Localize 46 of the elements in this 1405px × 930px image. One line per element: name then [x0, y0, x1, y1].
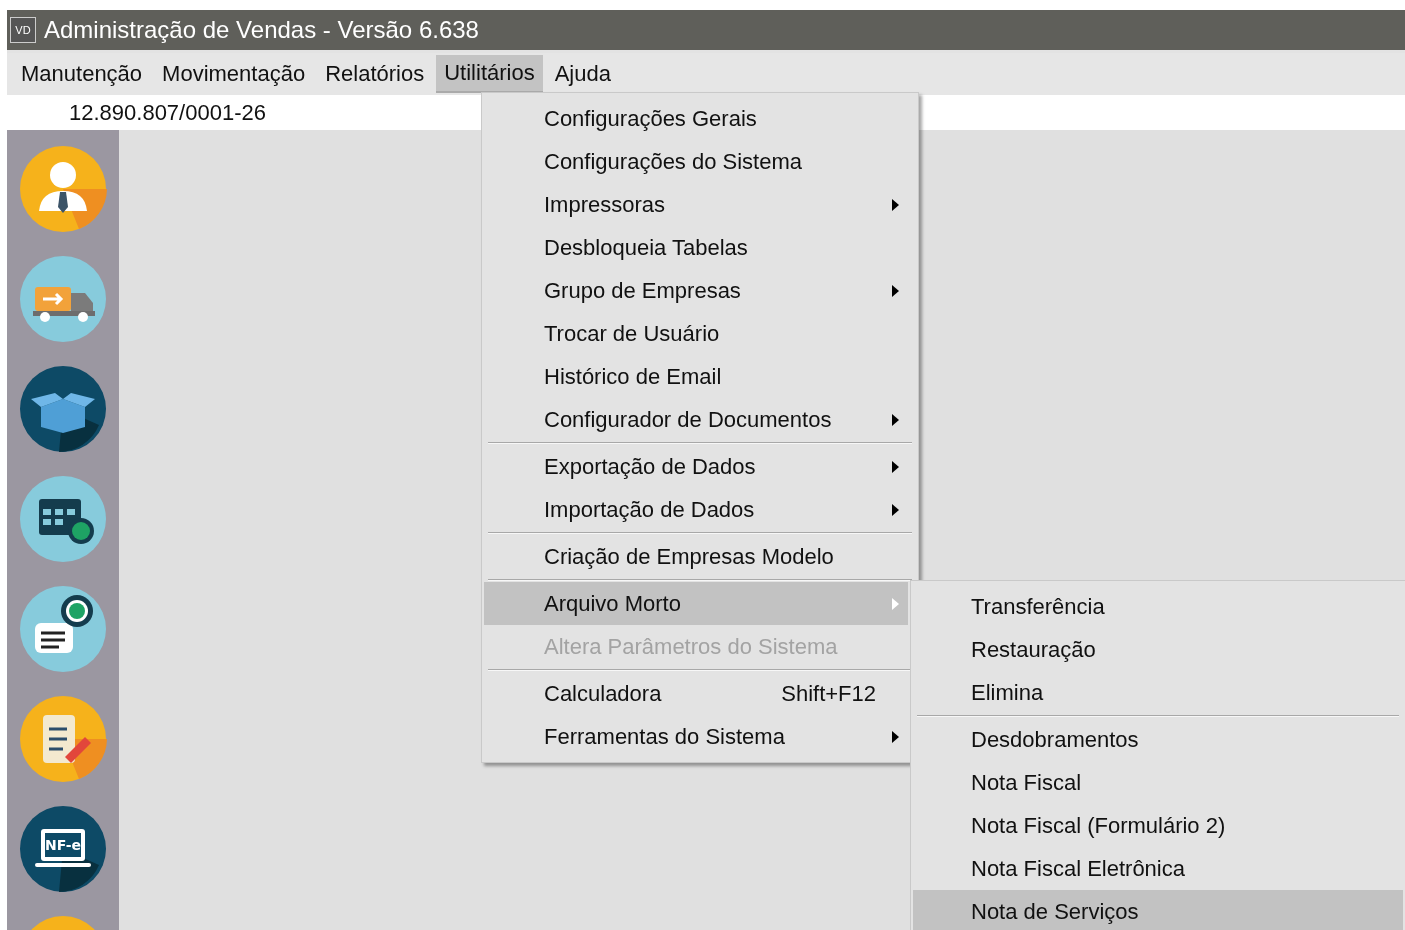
- menu-item[interactable]: Movimentação: [154, 56, 314, 92]
- app-icon: VD: [10, 17, 36, 43]
- menu-item[interactable]: Relatórios: [317, 56, 433, 92]
- menu-item[interactable]: Configurações do Sistema: [484, 140, 908, 183]
- menu-item[interactable]: Configurações Gerais: [484, 97, 908, 140]
- menu-item[interactable]: Configurador de Documentos: [484, 398, 908, 441]
- menu-item[interactable]: Impressoras: [484, 183, 908, 226]
- menu-item[interactable]: Transferência: [913, 585, 1403, 628]
- menu-item[interactable]: Exportação de Dados: [484, 445, 908, 488]
- menu-item[interactable]: Ferramentas do Sistema: [484, 715, 908, 758]
- person-icon[interactable]: [19, 145, 107, 233]
- truck-icon[interactable]: [19, 255, 107, 343]
- menu-item[interactable]: Nota Fiscal: [913, 761, 1403, 804]
- menu-item[interactable]: Criação de Empresas Modelo: [484, 535, 908, 578]
- window-title: Administração de Vendas - Versão 6.638: [44, 16, 479, 44]
- menu-item[interactable]: Nota de Serviços: [913, 890, 1403, 930]
- submenu-arrow-icon: [891, 284, 899, 297]
- menu-item[interactable]: Desdobramentos: [913, 718, 1403, 761]
- submenu-arrow-icon: [891, 413, 899, 426]
- submenu-arrow-icon: [891, 503, 899, 516]
- menu-item[interactable]: Calculadora Shift+F12: [484, 672, 908, 715]
- menu-item[interactable]: Restauração: [913, 628, 1403, 671]
- document-money-icon[interactable]: [19, 585, 107, 673]
- shortcut-text: Shift+F12: [781, 680, 876, 707]
- menu-item[interactable]: Arquivo Morto: [484, 582, 908, 625]
- checklist-icon[interactable]: [19, 695, 107, 783]
- menu-item[interactable]: Ajuda: [546, 56, 619, 92]
- laptop-icon[interactable]: NF-e: [19, 805, 107, 893]
- submenu-arrow-icon: [891, 198, 899, 211]
- company-id: 12.890.807/0001-26: [69, 99, 266, 126]
- menu-item[interactable]: Manutenção: [13, 56, 151, 92]
- menu-item[interactable]: Utilitários: [436, 55, 543, 93]
- box-icon[interactable]: [19, 365, 107, 453]
- menu-item[interactable]: Grupo de Empresas: [484, 269, 908, 312]
- submenu-arrow-icon: [891, 730, 899, 743]
- menu-item[interactable]: Importação de Dados: [484, 488, 908, 531]
- menu-item[interactable]: Desbloqueia Tabelas: [484, 226, 908, 269]
- menu-item[interactable]: Histórico de Email: [484, 355, 908, 398]
- menu-item: Altera Parâmetros do Sistema: [543, 632, 839, 661]
- menu-item[interactable]: Nota Fiscal Eletrônica: [913, 847, 1403, 890]
- menu-item[interactable]: Trocar de Usuário: [484, 312, 908, 355]
- menu-item[interactable]: Nota Fiscal (Formulário 2): [913, 804, 1403, 847]
- submenu-arrow-icon: [891, 597, 899, 610]
- calendar-icon[interactable]: [19, 475, 107, 563]
- submenu-arrow-icon: [891, 460, 899, 473]
- menu-item[interactable]: Elimina: [913, 671, 1403, 714]
